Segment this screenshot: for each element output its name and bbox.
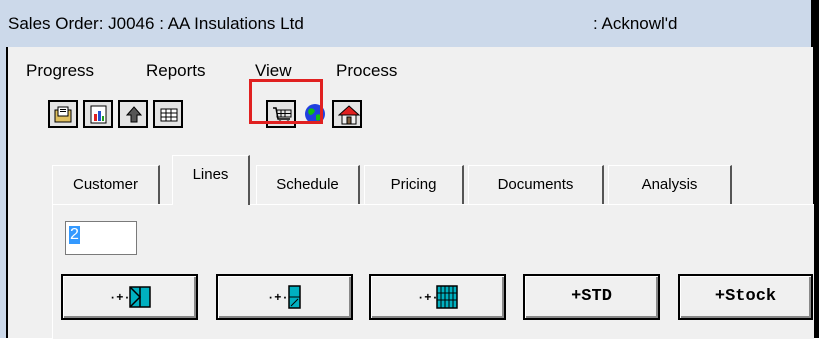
add-grid-panel-button[interactable]: ·+· bbox=[369, 274, 506, 320]
title-bar: Sales Order: J0046 : AA Insulations Ltd … bbox=[0, 0, 811, 48]
tab-documents-label: Documents bbox=[497, 176, 574, 193]
tab-customer[interactable]: Customer bbox=[52, 165, 160, 205]
tab-analysis-label: Analysis bbox=[641, 176, 698, 193]
up-arrow-icon bbox=[125, 106, 143, 123]
lines-panel: 2 ·+· ·+· ·+· +STD +Stock bbox=[52, 204, 814, 339]
add-stock-button[interactable]: +Stock bbox=[678, 274, 813, 320]
tab-pricing[interactable]: Pricing bbox=[364, 165, 464, 205]
chart-document-icon bbox=[90, 105, 107, 124]
svg-text:·+·: ·+· bbox=[267, 291, 289, 305]
svg-text:·+·: ·+· bbox=[109, 291, 131, 305]
tab-lines-label: Lines bbox=[192, 166, 229, 183]
add-door-button[interactable]: ·+· bbox=[216, 274, 353, 320]
grid-view-button[interactable] bbox=[153, 100, 183, 128]
svg-text:·+·: ·+· bbox=[417, 291, 439, 305]
home-button[interactable] bbox=[332, 100, 362, 128]
tab-pricing-label: Pricing bbox=[390, 176, 437, 193]
house-icon bbox=[338, 105, 360, 125]
window-title: Sales Order: J0046 : AA Insulations Ltd bbox=[8, 14, 304, 33]
open-folder-icon bbox=[54, 106, 72, 123]
tab-documents[interactable]: Documents bbox=[468, 165, 604, 205]
chart-document-button[interactable] bbox=[83, 100, 113, 128]
add-panel-icon: ·+· bbox=[109, 286, 151, 308]
order-tabs: Customer Lines Schedule Pricing Document… bbox=[52, 155, 814, 339]
menu-view[interactable]: View bbox=[255, 61, 292, 81]
tab-analysis[interactable]: Analysis bbox=[608, 165, 732, 205]
tab-schedule[interactable]: Schedule bbox=[256, 165, 360, 205]
add-panel-button[interactable]: ·+· bbox=[61, 274, 198, 320]
quantity-input[interactable]: 2 bbox=[65, 221, 137, 255]
tab-customer-label: Customer bbox=[72, 176, 139, 193]
tab-lines[interactable]: Lines bbox=[172, 155, 250, 205]
add-grid-panel-icon: ·+· bbox=[417, 285, 458, 309]
sales-order-window: Progress Reports View Process Customer L… bbox=[6, 47, 814, 339]
add-door-icon: ·+· bbox=[267, 285, 301, 309]
move-up-button[interactable] bbox=[118, 100, 148, 128]
tab-schedule-label: Schedule bbox=[276, 176, 339, 193]
add-std-button[interactable]: +STD bbox=[523, 274, 660, 320]
cart-highlight-box bbox=[249, 79, 323, 124]
grid-table-icon bbox=[160, 108, 178, 122]
quantity-value: 2 bbox=[69, 226, 80, 244]
menu-progress[interactable]: Progress bbox=[26, 61, 94, 81]
menu-reports[interactable]: Reports bbox=[146, 61, 206, 81]
open-folder-button[interactable] bbox=[48, 100, 78, 128]
order-status: : Acknowl'd bbox=[593, 14, 678, 33]
menu-process[interactable]: Process bbox=[336, 61, 397, 81]
